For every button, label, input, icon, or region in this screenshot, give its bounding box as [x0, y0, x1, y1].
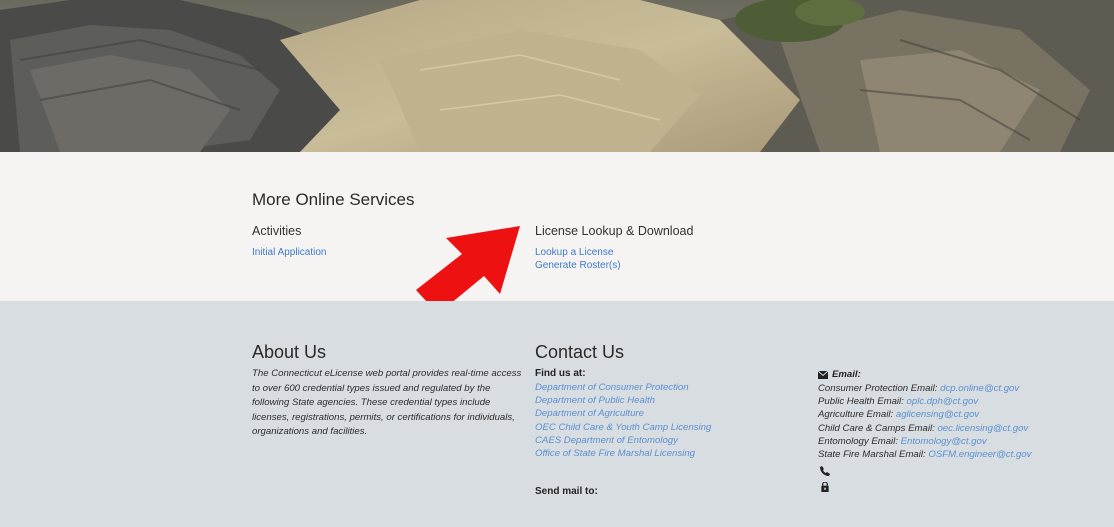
- agency-link-consumer-protection[interactable]: Department of Consumer Protection: [535, 381, 711, 394]
- initial-application-link[interactable]: Initial Application: [252, 247, 327, 258]
- contact-title: Contact Us: [535, 342, 625, 362]
- email-row-consumer-protection: Consumer Protection Email: dcp.online@ct…: [818, 383, 1020, 394]
- email-row-public-health: Public Health Email: oplc.dph@ct.gov: [818, 396, 979, 408]
- agency-link-entomology[interactable]: CAES Department of Entomology: [535, 434, 711, 447]
- email-link-child-care[interactable]: oec.licensing@ct.gov: [937, 423, 1028, 434]
- agency-list: Department of Consumer Protection Depart…: [535, 381, 711, 460]
- email-list: Consumer Protection Email: dcp.online@ct…: [818, 382, 1031, 461]
- email-row-entomology: Entomology Email: Entomology@ct.gov: [818, 435, 987, 447]
- agency-link-public-health[interactable]: Department of Public Health: [535, 394, 711, 407]
- agency-link-oec-child-care[interactable]: OEC Child Care & Youth Camp Licensing: [535, 421, 711, 434]
- email-link-consumer-protection[interactable]: dcp.online@ct.gov: [940, 383, 1019, 394]
- email-heading: Email:: [818, 369, 861, 380]
- send-mail-label: Send mail to:: [535, 486, 598, 497]
- services-title: More Online Services: [252, 190, 415, 209]
- envelope-icon: [818, 370, 828, 379]
- hero-banner-image: [0, 0, 1114, 152]
- lookup-license-link[interactable]: Lookup a License: [535, 247, 613, 258]
- license-lookup-heading: License Lookup & Download: [535, 224, 694, 238]
- about-description: The Connecticut eLicense web portal prov…: [252, 368, 522, 437]
- email-row-fire-marshal: State Fire Marshal Email: OSFM.engineer@…: [818, 449, 1032, 461]
- agency-link-fire-marshal[interactable]: Office of State Fire Marshal Licensing: [535, 447, 711, 460]
- email-link-entomology[interactable]: Entomology@ct.gov: [901, 436, 987, 447]
- email-label: Email:: [832, 369, 861, 380]
- more-online-services-section: More Online Services Activities Initial …: [0, 152, 1114, 314]
- email-row-child-care: Child Care & Camps Email: oec.licensing@…: [818, 422, 1029, 434]
- mailbox-icon: [821, 482, 829, 492]
- about-title: About Us: [252, 342, 327, 362]
- email-link-public-health[interactable]: oplc.dph@ct.gov: [907, 396, 979, 407]
- find-us-label: Find us at:: [535, 368, 586, 379]
- phone-icon: [820, 466, 830, 476]
- generate-roster-link[interactable]: Generate Roster(s): [535, 260, 621, 271]
- email-link-agriculture[interactable]: aglicensing@ct.gov: [896, 409, 979, 420]
- email-row-agriculture: Agriculture Email: aglicensing@ct.gov: [818, 409, 980, 421]
- site-footer: About Us The Connecticut eLicense web po…: [0, 301, 1114, 527]
- agency-link-agriculture[interactable]: Department of Agriculture: [535, 407, 711, 420]
- rock-landscape-image: [0, 0, 1114, 152]
- activities-heading: Activities: [252, 224, 302, 238]
- email-link-fire-marshal[interactable]: OSFM.engineer@ct.gov: [928, 449, 1031, 460]
